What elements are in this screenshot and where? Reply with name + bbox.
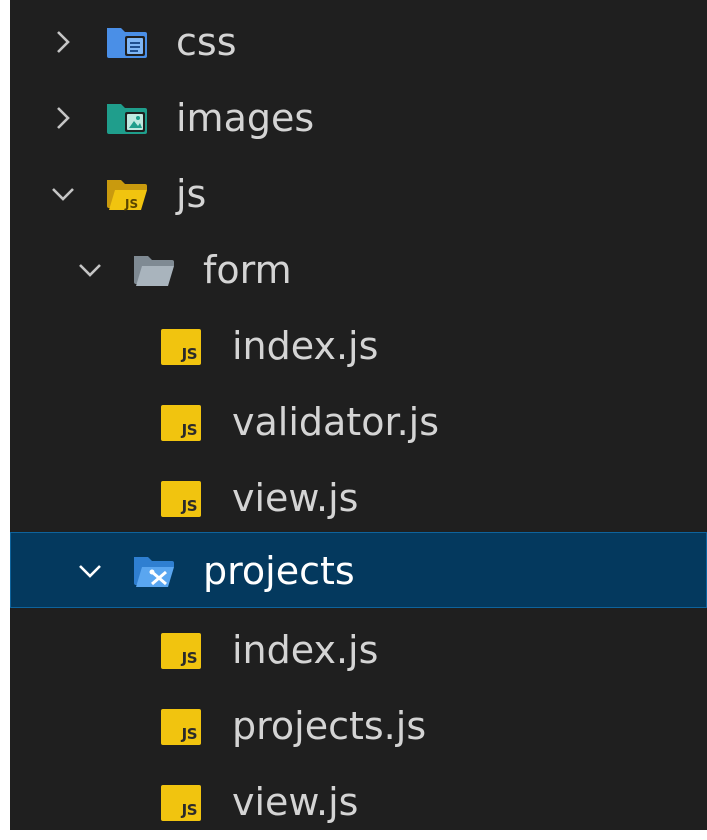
js-file-icon: JS	[161, 633, 201, 669]
js-file-icon: JS	[161, 785, 201, 821]
tree-item-form-view-js[interactable]: JS view.js	[10, 460, 707, 536]
tree-item-projects[interactable]: projects	[10, 532, 707, 608]
tree-item-projects-projects-js[interactable]: JS projects.js	[10, 688, 707, 764]
chevron-down-icon[interactable]	[75, 255, 105, 285]
tree-item-label: css	[176, 20, 237, 64]
tree-item-label: js	[176, 172, 207, 216]
tree-item-label: projects.js	[232, 704, 427, 748]
tree-item-label: view.js	[232, 780, 359, 824]
tree-item-label: index.js	[232, 324, 379, 368]
projects-folder-icon	[134, 557, 174, 587]
tree-item-form-validator-js[interactable]: JS validator.js	[10, 384, 707, 460]
tree-item-js[interactable]: JS js	[10, 156, 707, 232]
css-folder-icon	[107, 28, 147, 58]
svg-text:JS: JS	[124, 197, 138, 211]
tree-item-css[interactable]: css	[10, 4, 707, 80]
tree-item-label: index.js	[232, 628, 379, 672]
tree-item-label: validator.js	[232, 400, 440, 444]
screenshot-canvas: css images JS js form JS index.js JS val…	[0, 0, 707, 830]
js-file-icon: JS	[161, 709, 201, 745]
js-file-icon: JS	[161, 329, 201, 365]
js-file-icon: JS	[161, 481, 201, 517]
tree-item-projects-index-js[interactable]: JS index.js	[10, 612, 707, 688]
tree-item-projects-view-js[interactable]: JS view.js	[10, 764, 707, 840]
chevron-right-icon[interactable]	[48, 103, 78, 133]
tree-item-images[interactable]: images	[10, 80, 707, 156]
tree-item-form[interactable]: form	[10, 232, 707, 308]
js-file-icon: JS	[161, 405, 201, 441]
tree-item-label: form	[203, 248, 292, 292]
images-folder-icon	[107, 104, 147, 134]
tree-item-label: projects	[203, 549, 355, 593]
chevron-right-icon[interactable]	[48, 27, 78, 57]
chevron-down-icon[interactable]	[48, 179, 78, 209]
tree-item-form-index-js[interactable]: JS index.js	[10, 308, 707, 384]
file-explorer-tree: css images JS js form JS index.js JS val…	[10, 0, 707, 830]
folder-open-icon	[134, 256, 174, 286]
chevron-down-icon[interactable]	[75, 556, 105, 586]
tree-item-label: view.js	[232, 476, 359, 520]
js-folder-icon: JS	[107, 180, 147, 211]
tree-item-label: images	[176, 96, 315, 140]
